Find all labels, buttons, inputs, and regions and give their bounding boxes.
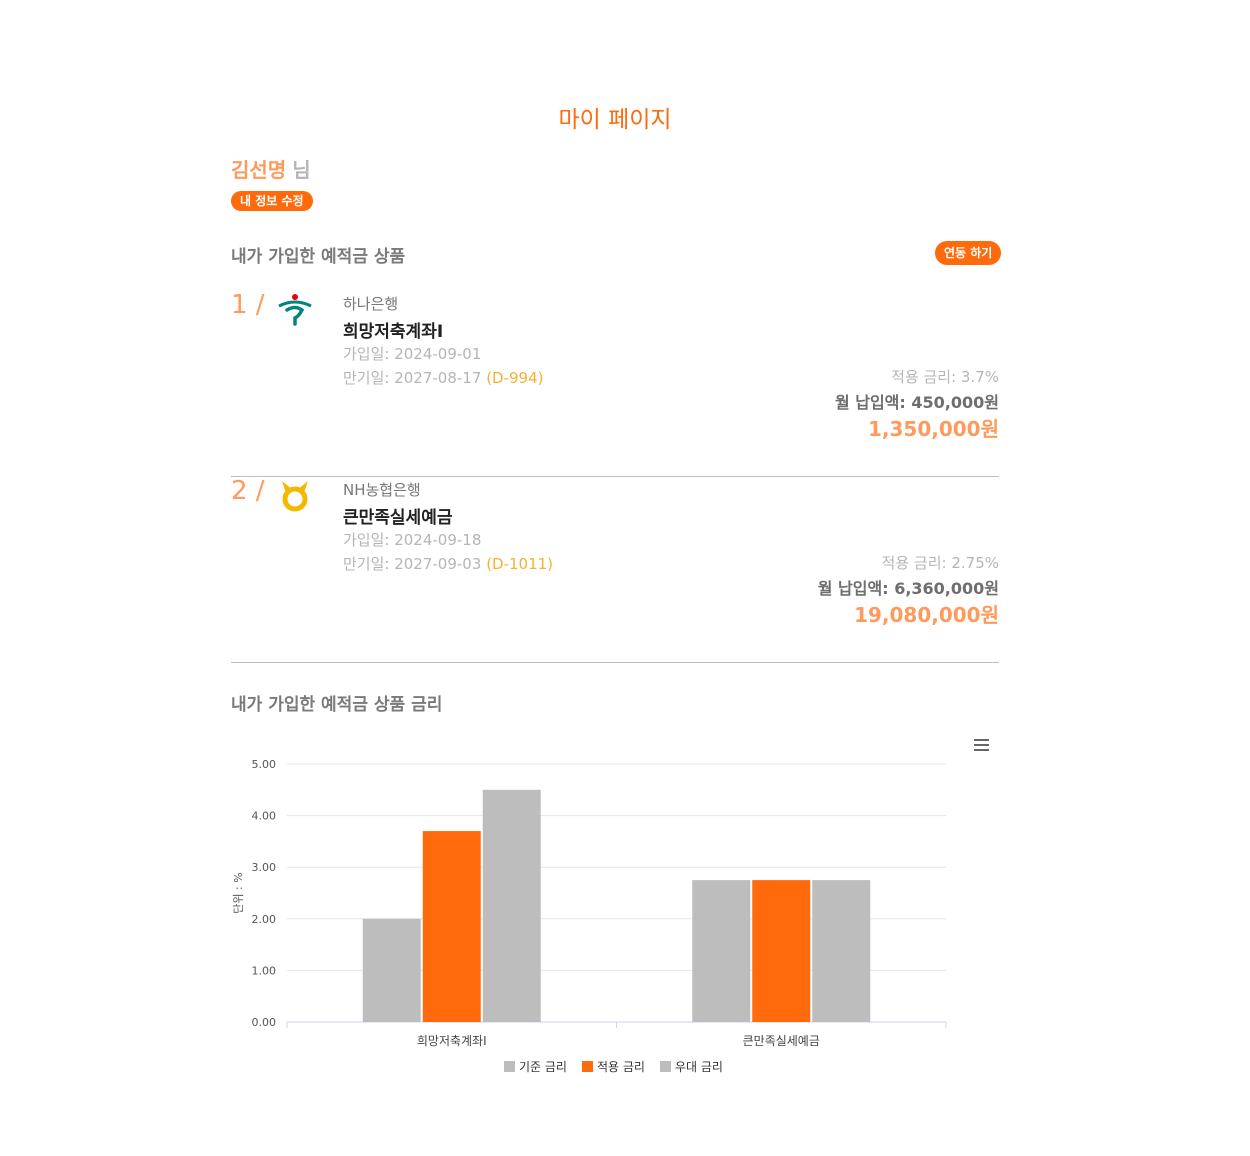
- y-tick-label: 1.00: [252, 964, 277, 977]
- products-section-title: 내가 가입한 예적금 상품: [231, 247, 406, 267]
- product-monthly-value: 450,000원: [911, 393, 999, 412]
- bar: [482, 789, 541, 1022]
- product-bank: 하나은행: [343, 295, 399, 313]
- legend-swatch: [660, 1061, 671, 1072]
- product-join-date: 가입일: 2024-09-18: [343, 531, 482, 549]
- user-suffix: 님: [292, 158, 311, 182]
- product-monthly-value: 6,360,000원: [894, 579, 999, 598]
- rates-section-title: 내가 가입한 예적금 상품 금리: [231, 695, 443, 715]
- y-tick-label: 2.00: [252, 913, 277, 926]
- x-tick-label: 희망저축계좌I: [417, 1034, 487, 1048]
- hamburger-menu-icon[interactable]: [974, 739, 989, 751]
- legend-label: 우대 금리: [675, 1060, 723, 1074]
- product-monthly: 월 납입액: 450,000원: [835, 389, 999, 413]
- legend-label: 적용 금리: [597, 1060, 645, 1074]
- user-greeting: 김선명 님: [231, 154, 311, 183]
- product-index: 2 /: [231, 476, 265, 506]
- legend-swatch: [582, 1061, 593, 1072]
- product-monthly-label: 월 납입액:: [834, 393, 906, 412]
- product-rate: 적용 금리: 3.7%: [891, 368, 999, 386]
- y-tick-label: 4.00: [252, 810, 277, 823]
- product-maturity-date: 만기일: 2027-09-03: [343, 555, 482, 573]
- bar: [362, 918, 421, 1022]
- product-join-date: 가입일: 2024-09-01: [343, 345, 482, 363]
- edit-profile-button[interactable]: 내 정보 수정: [231, 191, 313, 211]
- product-name: 큰만족실세예금: [343, 508, 453, 528]
- product-maturity-date: 만기일: 2027-08-17: [343, 369, 482, 387]
- product-d-day: (D-1011): [486, 555, 554, 573]
- user-name: 김선명: [231, 158, 287, 182]
- legend-label: 기준 금리: [519, 1060, 567, 1074]
- rate-bar-chart: 0.00 1.00 2.00 3.00 4.00 5.00 단위 : % 희망저축계좌I 큰만족…: [232, 739, 989, 1074]
- y-tick-label: 0.00: [252, 1016, 277, 1029]
- product-total: 1,350,000원: [867, 417, 999, 441]
- bar: [752, 880, 811, 1022]
- link-account-button[interactable]: 연동 하기: [935, 241, 1002, 265]
- y-tick-label: 5.00: [252, 758, 277, 771]
- legend-swatch: [504, 1061, 515, 1072]
- product-total: 19,080,000원: [854, 603, 999, 627]
- product-monthly: 월 납입액: 6,360,000원: [818, 575, 999, 599]
- page-title: 마이 페이지: [558, 107, 672, 133]
- bar: [422, 831, 481, 1022]
- product-item[interactable]: 2 / NH농협은행 큰만족실세예금 가입일: 2024-09-18 만기일: …: [231, 476, 999, 663]
- bar: [812, 880, 871, 1022]
- nh-bank-logo-icon: [282, 481, 308, 512]
- y-axis-label: 단위 : %: [232, 872, 245, 913]
- hana-bank-logo-icon: [278, 294, 312, 326]
- bar: [692, 880, 751, 1022]
- x-tick-label: 큰만족실세예금: [743, 1034, 820, 1048]
- product-rate: 적용 금리: 2.75%: [881, 554, 999, 572]
- product-d-day: (D-994): [486, 369, 544, 387]
- product-item[interactable]: 1 / 하나은행 희망저축계좌I 가입일: 2024-09-01 만기일: 20…: [231, 290, 999, 477]
- product-bank: NH농협은행: [343, 481, 421, 499]
- y-tick-label: 3.00: [252, 861, 277, 874]
- product-maturity: 만기일: 2027-09-03 (D-1011): [343, 553, 553, 574]
- product-monthly-label: 월 납입액:: [817, 579, 889, 598]
- product-index: 1 /: [231, 290, 265, 320]
- product-maturity: 만기일: 2027-08-17 (D-994): [343, 367, 544, 388]
- product-name: 희망저축계좌I: [343, 322, 444, 342]
